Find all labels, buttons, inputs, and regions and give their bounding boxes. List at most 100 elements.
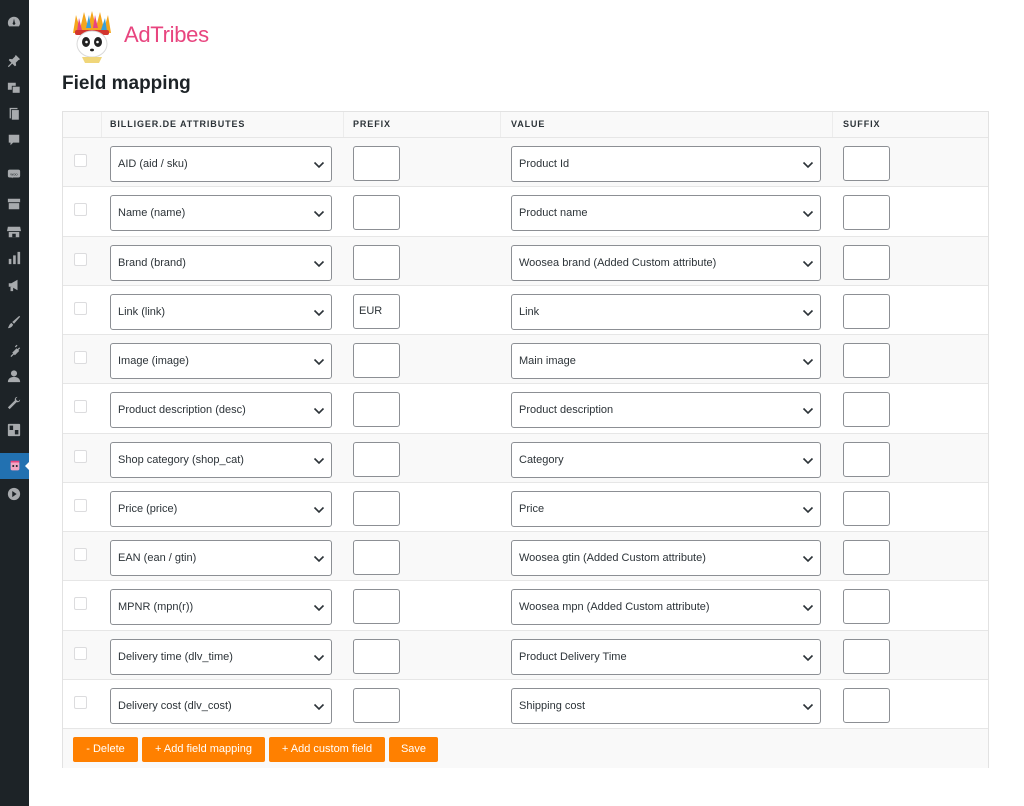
play-icon[interactable] [3,484,25,504]
prefix-input[interactable] [353,392,400,428]
row-checkbox[interactable] [74,252,87,266]
row-checkbox[interactable] [74,301,87,315]
chevron-down-icon [802,408,814,415]
suffix-input[interactable] [843,589,890,625]
prefix-input[interactable] [353,589,400,625]
row-checkbox[interactable] [74,400,87,414]
add-field-mapping-button[interactable]: + Add field mapping [142,737,265,762]
save-button[interactable]: Save [389,737,438,762]
chevron-down-icon [313,408,325,415]
attribute-select[interactable]: MPNR (mpn(r)) [110,589,332,626]
suffix-input[interactable] [843,638,890,674]
attribute-select[interactable]: Name (name) [110,195,332,232]
table-row: Brand (brand) Woosea brand (Added Custom … [63,235,988,286]
attribute-select[interactable]: Image (image) [110,343,332,379]
value-select[interactable]: Woosea mpn (Added Custom attribute) [511,589,821,626]
suffix-input[interactable] [843,146,890,181]
attribute-select[interactable]: Delivery time (dlv_time) [110,638,332,675]
delete-button[interactable]: - Delete [73,737,138,762]
dashboard-icon[interactable] [3,12,25,32]
pages-icon[interactable] [3,104,25,124]
suffix-input[interactable] [843,490,890,526]
prefix-input[interactable] [353,540,400,575]
attribute-select-value: Name (name) [118,207,186,220]
chevron-down-icon [802,211,814,218]
row-checkbox[interactable] [74,351,87,364]
value-select[interactable]: Shipping cost [511,687,821,724]
products-icon[interactable] [3,194,25,214]
chevron-down-icon [802,260,814,267]
prefix-input[interactable] [353,146,400,181]
value-select-value: Woosea brand (Added Custom attribute) [519,256,717,269]
comments-icon[interactable] [3,130,25,150]
prefix-input[interactable] [353,490,400,526]
page-title: Field mapping [62,73,191,94]
woocommerce-icon[interactable]: woo [3,164,25,184]
prefix-input[interactable] [353,687,400,723]
chevron-down-icon [313,309,325,316]
prefix-input[interactable] [353,441,400,477]
attribute-select[interactable]: Delivery cost (dlv_cost) [110,687,332,724]
table-row: Price (price) Price [63,481,988,532]
attribute-select-value: Shop category (shop_cat) [118,453,244,466]
value-select[interactable]: Product Delivery Time [511,638,821,675]
attribute-select-value: EAN (ean / gtin) [118,552,197,564]
attribute-select[interactable]: Brand (brand) [110,244,332,281]
adtribes-menu-icon[interactable] [0,453,30,479]
pin-icon[interactable] [3,51,25,71]
row-checkbox[interactable] [74,597,87,611]
tools-icon[interactable] [3,393,25,413]
chevron-down-icon [313,161,325,169]
row-checkbox[interactable] [74,646,87,660]
value-select[interactable]: Product Id [511,146,821,182]
prefix-input[interactable] [353,638,400,674]
row-checkbox[interactable] [74,154,87,167]
appearance-icon[interactable] [3,312,25,332]
media-icon[interactable] [3,78,25,98]
suffix-input[interactable] [843,343,890,378]
attribute-select[interactable]: Product description (desc) [110,392,332,429]
chevron-down-icon [313,506,325,513]
row-checkbox[interactable] [74,548,87,561]
value-select[interactable]: Link [511,293,821,330]
value-select[interactable]: Category [511,441,821,478]
analytics-icon[interactable] [3,248,25,268]
chevron-down-icon [313,654,325,661]
row-checkbox[interactable] [74,203,87,217]
row-checkbox[interactable] [74,695,87,709]
attribute-select[interactable]: Shop category (shop_cat) [110,441,332,478]
prefix-input[interactable] [353,343,400,378]
value-select[interactable]: Woosea brand (Added Custom attribute) [511,244,821,281]
chevron-down-icon [802,457,814,464]
value-select[interactable]: Price [511,490,821,527]
chevron-down-icon [802,555,814,563]
store-icon[interactable] [3,222,25,242]
value-select[interactable]: Product description [511,392,821,429]
attribute-select[interactable]: Price (price) [110,490,332,527]
attribute-select[interactable]: EAN (ean / gtin) [110,540,332,576]
prefix-input[interactable]: EUR [353,293,400,329]
attribute-select-value: Brand (brand) [118,256,186,269]
users-icon[interactable] [3,366,25,386]
suffix-input[interactable] [843,293,890,329]
suffix-input[interactable] [843,441,890,477]
value-select[interactable]: Main image [511,343,821,379]
marketing-icon[interactable] [3,275,25,295]
attribute-select[interactable]: AID (aid / sku) [110,146,332,182]
plugins-icon[interactable] [3,340,25,360]
settings-icon[interactable] [3,420,25,440]
row-checkbox[interactable] [74,449,87,463]
suffix-input[interactable] [843,195,890,231]
value-select[interactable]: Product name [511,195,821,232]
prefix-input[interactable] [353,195,400,231]
suffix-input[interactable] [843,540,890,575]
add-custom-field-button[interactable]: + Add custom field [269,737,385,762]
suffix-input[interactable] [843,392,890,428]
suffix-input[interactable] [843,687,890,723]
row-checkbox[interactable] [74,498,87,512]
prefix-input[interactable] [353,244,400,280]
value-select[interactable]: Woosea gtin (Added Custom attribute) [511,540,821,576]
table-row: Delivery time (dlv_time) Product Delivery… [63,629,988,680]
suffix-input[interactable] [843,244,890,280]
attribute-select[interactable]: Link (link) [110,293,332,330]
